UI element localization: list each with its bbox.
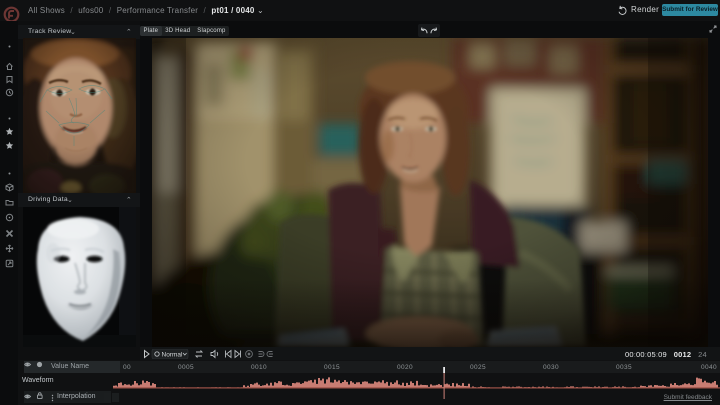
svg-text:0005: 0005	[178, 364, 194, 371]
svg-text:Normal: Normal	[162, 351, 184, 358]
svg-text:0025: 0025	[470, 364, 486, 371]
svg-text:0035: 0035	[616, 364, 632, 371]
svg-text:0030: 0030	[543, 364, 559, 371]
svg-text:0040: 0040	[701, 364, 717, 371]
svg-text:0010: 0010	[251, 364, 267, 371]
svg-text:00: 00	[123, 364, 131, 371]
svg-text:0020: 0020	[397, 364, 413, 371]
svg-text:0015: 0015	[324, 364, 340, 371]
